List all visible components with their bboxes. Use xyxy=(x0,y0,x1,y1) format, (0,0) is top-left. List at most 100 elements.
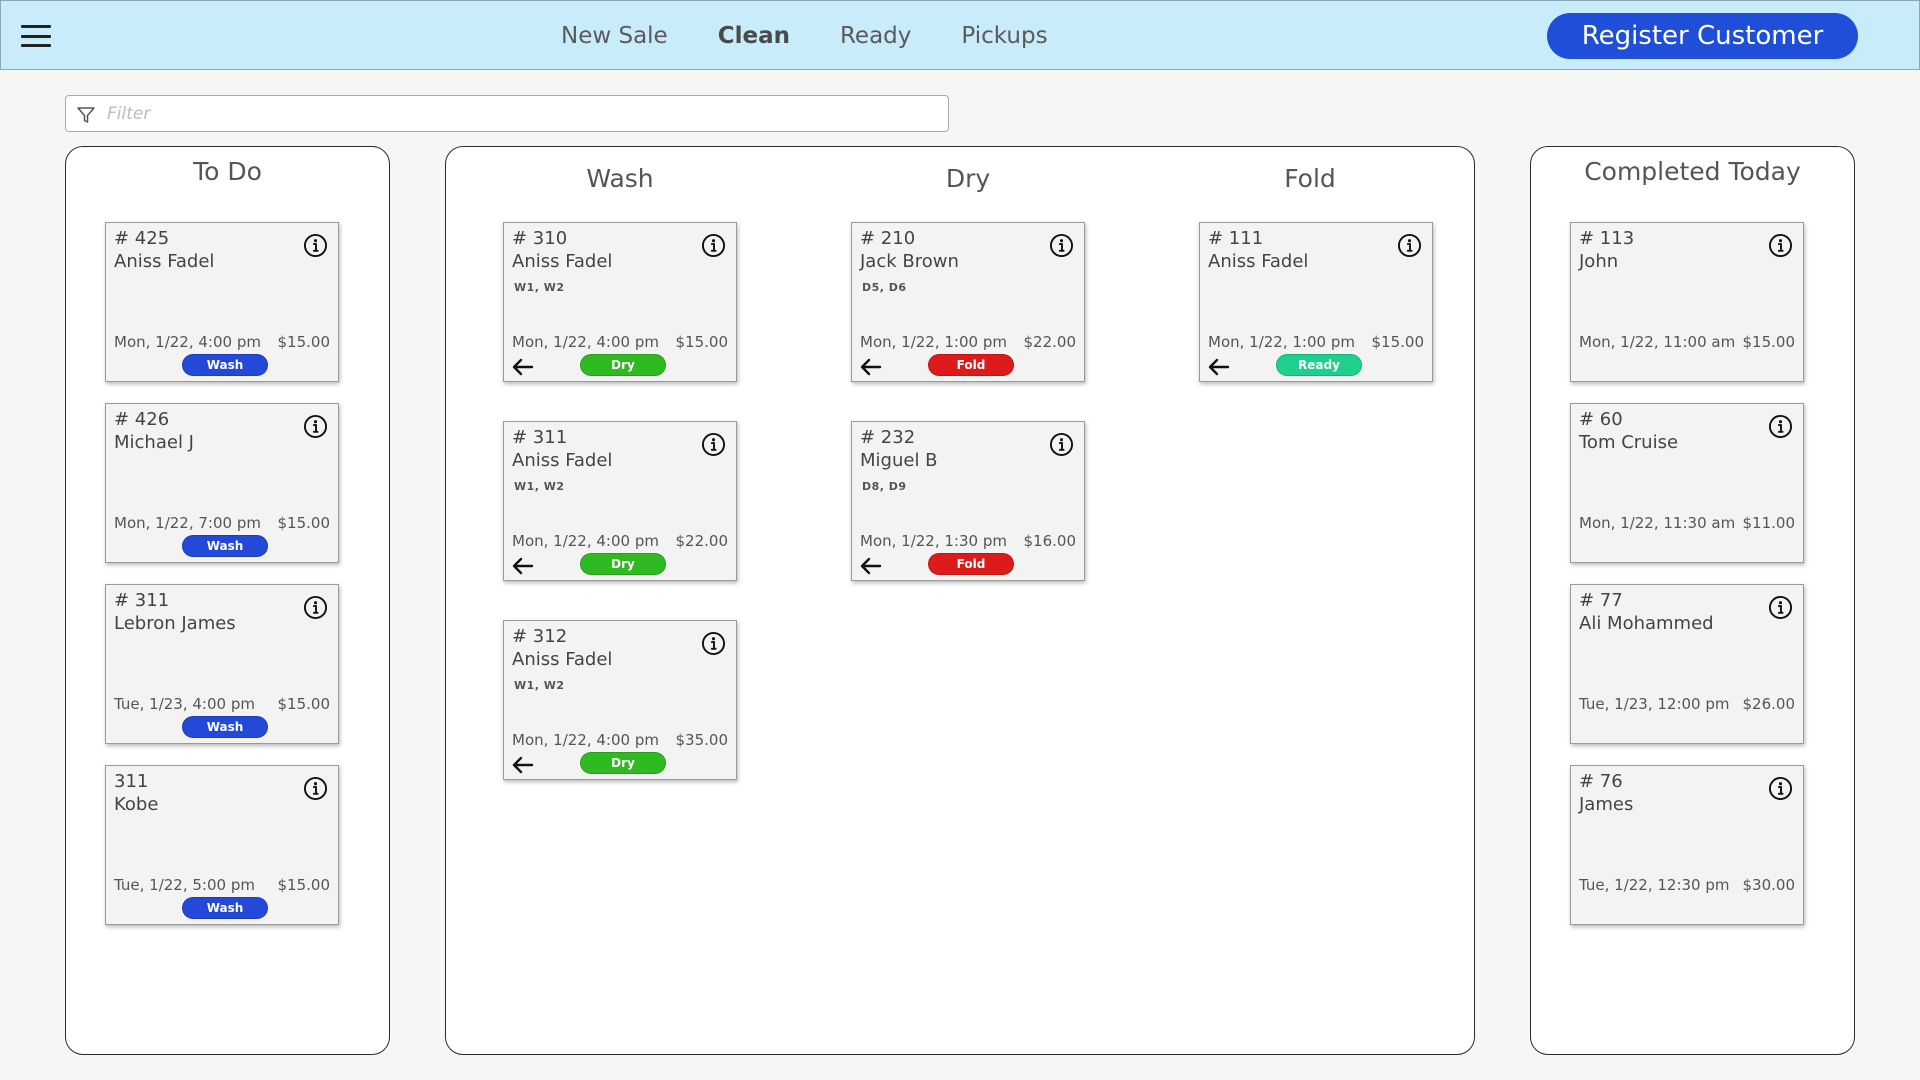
todo-column-title: To Do xyxy=(193,157,262,186)
order-card[interactable]: # 425 Aniss Fadel Mon, 1/22, 4:00 pm $15… xyxy=(105,222,339,382)
order-card[interactable]: 311 Kobe Tue, 1/22, 5:00 pm $15.00 Wash xyxy=(105,765,339,925)
info-icon[interactable] xyxy=(701,631,726,656)
price: $16.00 xyxy=(1023,532,1077,550)
status-button[interactable]: Dry xyxy=(580,752,666,774)
status-button[interactable]: Dry xyxy=(580,354,666,376)
order-card[interactable]: # 312 Aniss Fadel W1, W2 Mon, 1/22, 4:00… xyxy=(503,620,737,780)
info-icon[interactable] xyxy=(1768,233,1793,258)
arrow-left-icon[interactable] xyxy=(1208,358,1230,376)
customer-name: Aniss Fadel xyxy=(512,251,613,272)
price: $15.00 xyxy=(277,695,331,713)
status-button[interactable]: Fold xyxy=(928,553,1014,575)
wash-column-title: Wash xyxy=(586,164,654,193)
due-date: Mon, 1/22, 11:00 am xyxy=(1579,333,1736,351)
order-number: # 312 xyxy=(512,626,568,647)
menu-icon[interactable] xyxy=(21,25,51,47)
status-button[interactable]: Wash xyxy=(182,354,268,376)
order-number: # 76 xyxy=(1579,771,1623,792)
order-number: # 77 xyxy=(1579,590,1623,611)
order-card[interactable]: # 111 Aniss Fadel Mon, 1/22, 1:00 pm $15… xyxy=(1199,222,1433,382)
top-bar: New Sale Clean Ready Pickups Register Cu… xyxy=(0,0,1920,70)
arrow-left-icon[interactable] xyxy=(512,358,534,376)
price: $11.00 xyxy=(1742,514,1796,532)
price: $22.00 xyxy=(1023,333,1077,351)
info-icon[interactable] xyxy=(303,414,328,439)
order-card[interactable]: # 210 Jack Brown D5, D6 Mon, 1/22, 1:00 … xyxy=(851,222,1085,382)
info-icon[interactable] xyxy=(303,776,328,801)
status-button[interactable]: Wash xyxy=(182,535,268,557)
arrow-left-icon[interactable] xyxy=(860,557,882,575)
price: $15.00 xyxy=(277,333,331,351)
status-button[interactable]: Wash xyxy=(182,897,268,919)
info-icon[interactable] xyxy=(303,233,328,258)
order-card[interactable]: # 311 Lebron James Tue, 1/23, 4:00 pm $1… xyxy=(105,584,339,744)
order-number: # 310 xyxy=(512,228,568,249)
item-tags: D8, D9 xyxy=(862,480,907,493)
status-button[interactable]: Dry xyxy=(580,553,666,575)
info-icon[interactable] xyxy=(701,233,726,258)
filter-bar xyxy=(65,95,949,132)
order-number: # 425 xyxy=(114,228,170,249)
item-tags: D5, D6 xyxy=(862,281,907,294)
order-card[interactable]: # 311 Aniss Fadel W1, W2 Mon, 1/22, 4:00… xyxy=(503,421,737,581)
due-date: Mon, 1/22, 4:00 pm xyxy=(114,333,261,351)
dry-column-title: Dry xyxy=(945,164,991,193)
info-icon[interactable] xyxy=(1768,595,1793,620)
info-icon[interactable] xyxy=(303,595,328,620)
customer-name: Tom Cruise xyxy=(1579,432,1679,453)
info-icon[interactable] xyxy=(1768,414,1793,439)
fold-column-title: Fold xyxy=(1284,164,1336,193)
order-card[interactable]: # 310 Aniss Fadel W1, W2 Mon, 1/22, 4:00… xyxy=(503,222,737,382)
main-nav: New Sale Clean Ready Pickups xyxy=(561,1,1048,71)
due-date: Mon, 1/22, 1:00 pm xyxy=(860,333,1007,351)
arrow-left-icon[interactable] xyxy=(860,358,882,376)
order-number: # 60 xyxy=(1579,409,1623,430)
customer-name: Aniss Fadel xyxy=(1208,251,1309,272)
nav-clean[interactable]: Clean xyxy=(718,23,790,49)
order-card[interactable]: # 232 Miguel B D8, D9 Mon, 1/22, 1:30 pm… xyxy=(851,421,1085,581)
info-icon[interactable] xyxy=(701,432,726,457)
status-button[interactable]: Ready xyxy=(1276,354,1362,376)
order-number: 311 xyxy=(114,771,149,792)
order-number: # 111 xyxy=(1208,228,1264,249)
order-number: # 113 xyxy=(1579,228,1635,249)
order-number: # 232 xyxy=(860,427,916,448)
price: $26.00 xyxy=(1742,695,1796,713)
customer-name: Kobe xyxy=(114,794,159,815)
due-date: Mon, 1/22, 1:30 pm xyxy=(860,532,1007,550)
due-date: Mon, 1/22, 4:00 pm xyxy=(512,731,659,749)
order-number: # 311 xyxy=(512,427,568,448)
price: $15.00 xyxy=(675,333,729,351)
due-date: Tue, 1/22, 5:00 pm xyxy=(114,876,255,894)
info-icon[interactable] xyxy=(1768,776,1793,801)
order-card[interactable]: # 60 Tom Cruise Mon, 1/22, 11:30 am $11.… xyxy=(1570,403,1804,563)
status-button[interactable]: Wash xyxy=(182,716,268,738)
customer-name: Aniss Fadel xyxy=(114,251,215,272)
price: $22.00 xyxy=(675,532,729,550)
order-card[interactable]: # 426 Michael J Mon, 1/22, 7:00 pm $15.0… xyxy=(105,403,339,563)
customer-name: Michael J xyxy=(114,432,194,453)
status-button[interactable]: Fold xyxy=(928,354,1014,376)
order-number: # 311 xyxy=(114,590,170,611)
info-icon[interactable] xyxy=(1397,233,1422,258)
arrow-left-icon[interactable] xyxy=(512,756,534,774)
order-card[interactable]: # 77 Ali Mohammed Tue, 1/23, 12:00 pm $2… xyxy=(1570,584,1804,744)
nav-ready[interactable]: Ready xyxy=(840,23,911,49)
customer-name: Aniss Fadel xyxy=(512,450,613,471)
register-customer-button[interactable]: Register Customer xyxy=(1547,13,1858,59)
price: $15.00 xyxy=(277,514,331,532)
order-card[interactable]: # 113 John Mon, 1/22, 11:00 am $15.00 xyxy=(1570,222,1804,382)
nav-pickups[interactable]: Pickups xyxy=(961,23,1047,49)
price: $15.00 xyxy=(1742,333,1796,351)
completed-column-title: Completed Today xyxy=(1584,157,1801,186)
item-tags: W1, W2 xyxy=(514,281,565,294)
nav-new-sale[interactable]: New Sale xyxy=(561,23,668,49)
info-icon[interactable] xyxy=(1049,233,1074,258)
order-card[interactable]: # 76 James Tue, 1/22, 12:30 pm $30.00 xyxy=(1570,765,1804,925)
item-tags: W1, W2 xyxy=(514,679,565,692)
arrow-left-icon[interactable] xyxy=(512,557,534,575)
filter-input[interactable] xyxy=(107,101,927,127)
due-date: Mon, 1/22, 4:00 pm xyxy=(512,333,659,351)
info-icon[interactable] xyxy=(1049,432,1074,457)
customer-name: Ali Mohammed xyxy=(1579,613,1714,634)
